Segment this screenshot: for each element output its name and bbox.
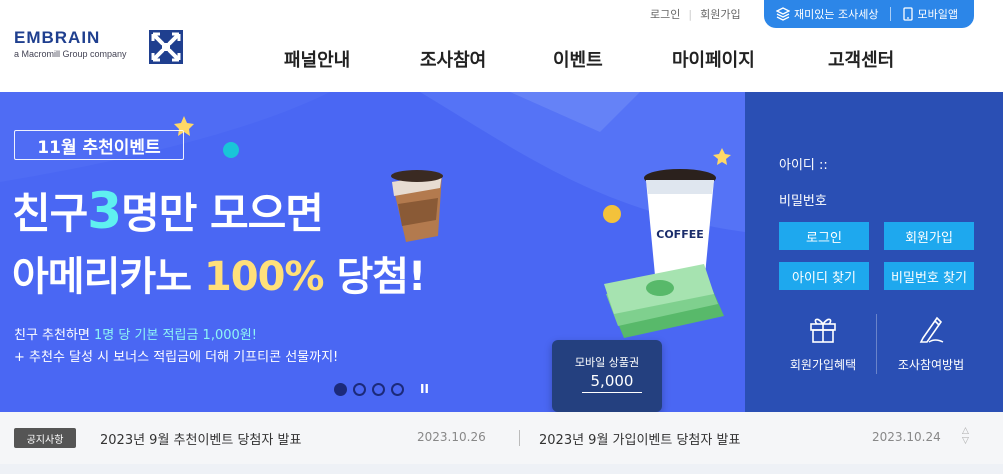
site-header: EMBRAIN a Macromill Group company 로그인 | … [0, 0, 1003, 92]
headline-line2: 아메리카노 100% 당첨! [12, 244, 426, 302]
nav-item-support[interactable]: 고객센터 [828, 46, 894, 72]
slide-dot[interactable] [391, 382, 404, 396]
event-tag: 11월 추천이벤트 [14, 130, 184, 160]
chevron-up-icon[interactable]: △ [962, 426, 969, 436]
top-links: 로그인 | 회원가입 [650, 6, 741, 22]
headline2-percent: 100% [203, 254, 325, 300]
pause-button[interactable]: II [420, 382, 429, 396]
divider: | [688, 7, 693, 21]
notice-bar: 공지사항 2023년 9월 추천이벤트 당첨자 발표 2023.10.26 20… [0, 412, 1003, 464]
notice-item-title[interactable]: 2023년 9월 가입이벤트 당첨자 발표 [539, 429, 740, 448]
voucher-label: 모바일 상품권 [574, 356, 640, 369]
headline1-post: 명만 모으면 [121, 189, 324, 238]
main-nav: 패널안내 조사참여 이벤트 마이페이지 고객센터 [0, 46, 1003, 72]
login-button[interactable]: 로그인 [779, 222, 869, 250]
mobile-phone-icon [903, 7, 914, 21]
id-label: 아이디 :: [779, 158, 828, 173]
join-benefit-link[interactable]: 회원가입혜택 [773, 356, 873, 373]
survey-world-link[interactable]: 재미있는 조사세상 [764, 6, 890, 22]
slide-dot[interactable] [353, 382, 366, 396]
banner-subtext-1: 친구 추천하면 1명 당 기본 적립금 1,000원! [14, 324, 257, 343]
notice-badge: 공지사항 [14, 428, 76, 448]
headline1-number: 3 [87, 182, 122, 240]
mobile-app-label: 모바일앱 [917, 8, 958, 21]
pen-icon[interactable] [915, 312, 947, 344]
slide-dot[interactable] [334, 382, 347, 396]
login-panel: 아이디 :: 비밀번호 로그인 회원가입 아이디 찾기 비밀번호 찾기 회원가입… [745, 92, 1003, 412]
top-pill: 재미있는 조사세상 모바일앱 [764, 0, 974, 28]
headline2-post: 당첨! [323, 254, 426, 300]
pw-label: 비밀번호 [779, 194, 827, 209]
mobile-app-link[interactable]: 모바일앱 [891, 6, 969, 22]
coffee-cup-icon [391, 170, 443, 242]
bottom-strip [0, 464, 1003, 474]
chevron-down-icon[interactable]: ▽ [962, 436, 969, 446]
notice-scroll-controls: △ ▽ [962, 426, 969, 446]
nav-item-panel-info[interactable]: 패널안내 [284, 46, 350, 72]
gift-icon[interactable] [807, 312, 839, 344]
nav-item-event[interactable]: 이벤트 [553, 46, 603, 72]
notice-item-date: 2023.10.26 [417, 430, 486, 444]
headline-line1: 친구3명만 모으면 [12, 180, 324, 241]
layers-icon [776, 7, 790, 21]
find-password-button[interactable]: 비밀번호 찾기 [884, 262, 974, 290]
nav-item-mypage[interactable]: 마이페이지 [672, 46, 755, 72]
sub1-pre: 친구 추천하면 [14, 328, 95, 343]
survey-howto-link[interactable]: 조사참여방법 [881, 356, 981, 373]
logo-brand: EMBRAIN [14, 28, 101, 47]
top-link-login[interactable]: 로그인 [650, 6, 680, 22]
mobile-voucher-card: 모바일 상품권 5,000 [552, 340, 662, 412]
join-button[interactable]: 회원가입 [884, 222, 974, 250]
survey-world-label: 재미있는 조사세상 [794, 8, 879, 21]
cup-label: COFFEE [656, 228, 703, 241]
nav-item-survey[interactable]: 조사참여 [420, 46, 486, 72]
headline2-pre: 아메리카노 [12, 254, 204, 300]
page: { "header": { "logo_brand": "EMBRAIN", "… [0, 0, 1003, 474]
slide-pagination: II [334, 382, 429, 396]
notice-item-date: 2023.10.24 [872, 430, 941, 444]
sub1-highlight: 1명 당 기본 적립금 1,000원! [94, 328, 257, 343]
find-id-button[interactable]: 아이디 찾기 [779, 262, 869, 290]
divider [519, 430, 520, 446]
voucher-amount: 5,000 [582, 372, 642, 393]
slide-dot[interactable] [372, 382, 385, 396]
headline1-pre: 친구 [12, 189, 88, 238]
divider [876, 314, 877, 374]
top-link-join[interactable]: 회원가입 [700, 6, 740, 22]
banner-subtext-2: + 추천수 달성 시 보너스 적립금에 더해 기프티콘 선물까지! [14, 350, 339, 365]
notice-item-title[interactable]: 2023년 9월 추천이벤트 당첨자 발표 [100, 429, 301, 448]
event-banner[interactable]: COFFEE 모바일 상품권 5,000 11월 추천이벤트 친구3명만 모으면… [0, 92, 745, 412]
money-stack-icon [604, 264, 724, 338]
